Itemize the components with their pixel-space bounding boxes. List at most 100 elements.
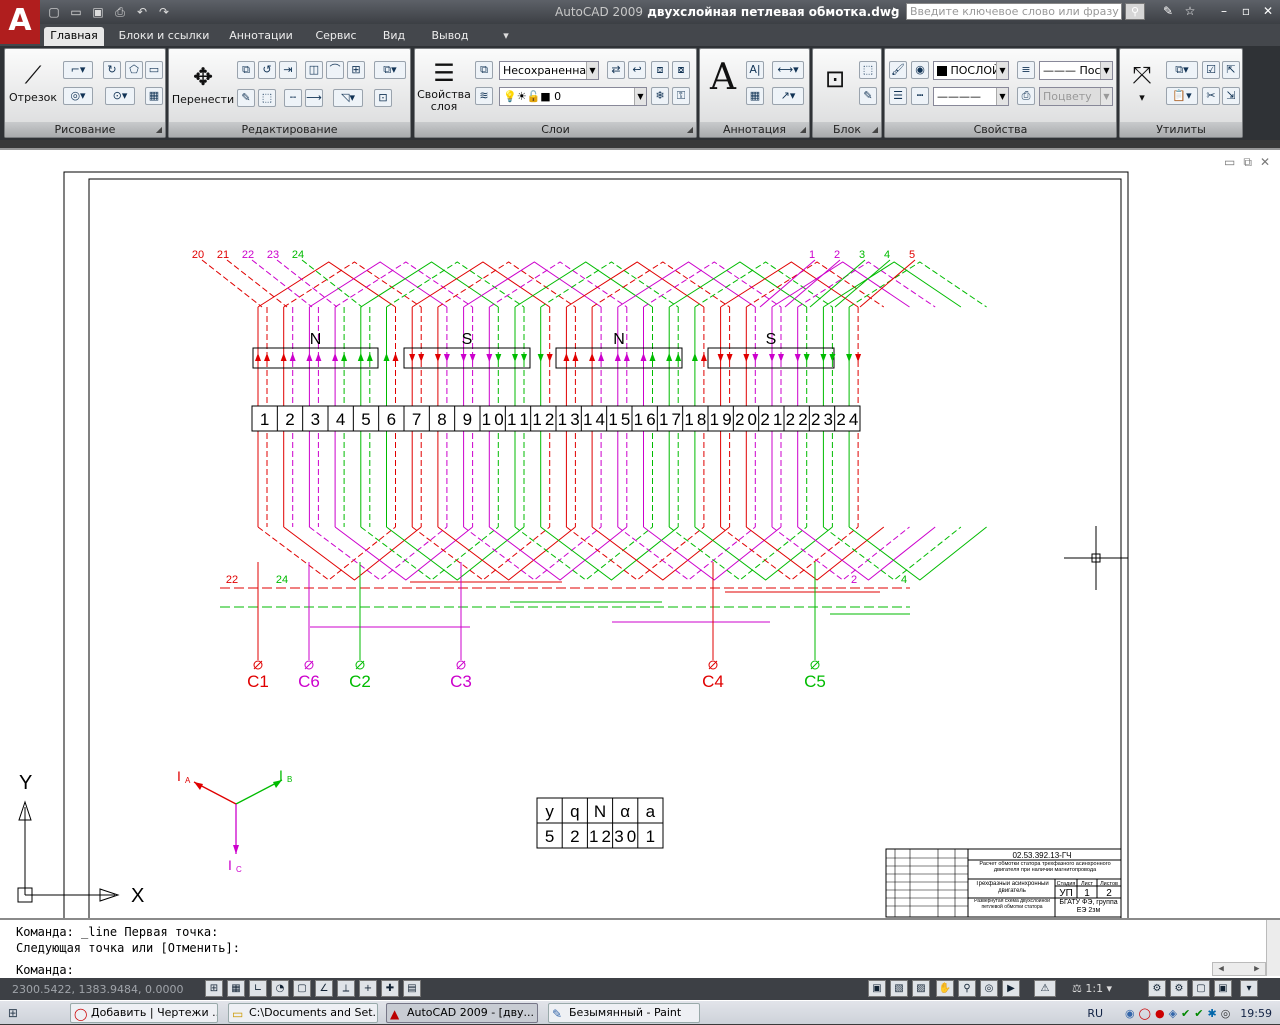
linetype-select[interactable]: ——— Пос ▼ bbox=[1039, 61, 1113, 80]
move-button[interactable]: ✥ Перенести bbox=[171, 61, 235, 106]
color-wheel-icon[interactable]: ◉ bbox=[911, 61, 929, 79]
layer-properties-button[interactable]: ☰ Свойства слоя bbox=[417, 57, 471, 113]
close-icon[interactable]: ✕ bbox=[1258, 3, 1278, 20]
layer-lock-icon[interactable]: ⚿ bbox=[672, 87, 690, 105]
task-opera[interactable]: ◯ Добавить | Чертежи ... bbox=[70, 1003, 218, 1023]
extend-icon[interactable]: ⟶ bbox=[305, 89, 323, 107]
network-icon[interactable]: ◉ bbox=[1125, 1007, 1135, 1020]
app-menu-button[interactable]: A bbox=[0, 0, 40, 44]
edit-block-icon[interactable]: ✎ bbox=[859, 87, 877, 105]
stretch-icon[interactable]: ✎ bbox=[237, 89, 255, 107]
steering-wheel-icon[interactable]: ◎ bbox=[980, 980, 998, 997]
restore-icon[interactable]: ▫ bbox=[1236, 3, 1256, 20]
command-hscroll[interactable]: ◀ ▶ bbox=[1212, 962, 1266, 976]
polar-tracking-icon[interactable]: ◔ bbox=[271, 980, 289, 997]
leader-icon[interactable]: ↗▾ bbox=[772, 87, 804, 105]
status-tray-icon[interactable]: ▢ bbox=[1192, 980, 1210, 997]
snap-mode-icon[interactable]: ⊞ bbox=[205, 980, 223, 997]
table-icon[interactable]: ▦ bbox=[746, 87, 764, 105]
command-scrollbar[interactable] bbox=[1266, 920, 1280, 976]
line-button[interactable]: ⟋ Отрезок bbox=[9, 59, 57, 104]
polygon-icon[interactable]: ⬠ bbox=[125, 61, 143, 79]
color-select[interactable]: ПОСЛОЙ ▼ bbox=[933, 61, 1009, 80]
layer-match-icon[interactable]: ⇄ bbox=[607, 61, 625, 79]
layout2-icon[interactable]: ▨ bbox=[912, 980, 930, 997]
circle-icon[interactable]: ◎▾ bbox=[63, 87, 93, 105]
dialog-launcher-icon[interactable]: ◢ bbox=[156, 122, 162, 137]
dimension-icon[interactable]: ⟷▾ bbox=[772, 61, 804, 79]
favorites-icon[interactable]: ☆ bbox=[1180, 3, 1200, 20]
trim-icon[interactable]: ⇥ bbox=[279, 61, 297, 79]
rotate-icon[interactable]: ↺ bbox=[258, 61, 276, 79]
arc-icon[interactable]: ↻ bbox=[103, 61, 121, 79]
lock-toolbar-icon[interactable]: ⚙ bbox=[1170, 980, 1188, 997]
ortho-mode-icon[interactable]: ∟ bbox=[249, 980, 267, 997]
language-indicator[interactable]: RU bbox=[1087, 1007, 1103, 1020]
pan-icon[interactable]: ✋ bbox=[936, 980, 954, 997]
task-explorer[interactable]: ▭ C:\Documents and Set... bbox=[228, 1003, 378, 1023]
layout1-icon[interactable]: ▧ bbox=[890, 980, 908, 997]
dialog-launcher-icon[interactable]: ◢ bbox=[800, 122, 806, 137]
quick-properties-icon[interactable]: ▤ bbox=[403, 980, 421, 997]
command-window[interactable]: Команда: _line Первая точка: Следующая т… bbox=[0, 918, 1280, 978]
lineweight-icon[interactable]: ≡ bbox=[1017, 61, 1035, 79]
opera-tray-icon[interactable]: ◯ bbox=[1139, 1007, 1151, 1020]
fillet-icon[interactable]: ⌒ bbox=[326, 61, 344, 79]
update-icon[interactable]: ✔ bbox=[1194, 1007, 1203, 1020]
zoom-realtime-icon[interactable]: ⚲ bbox=[958, 980, 976, 997]
layer-unisolate-icon[interactable]: ⧇ bbox=[672, 61, 690, 79]
layer-previous-icon[interactable]: ↩ bbox=[628, 61, 646, 79]
undo-icon[interactable]: ↶ bbox=[132, 3, 152, 21]
status-menu-icon[interactable]: ▾ bbox=[1240, 980, 1258, 997]
offset-icon[interactable]: ⧉▾ bbox=[374, 61, 406, 79]
dynamic-input-icon[interactable]: + bbox=[359, 980, 377, 997]
search-icon[interactable]: ⚲ bbox=[1125, 3, 1145, 20]
download-icon[interactable]: ✔ bbox=[1181, 1007, 1190, 1020]
insert-block-icon[interactable]: ⊡ bbox=[817, 63, 853, 95]
tab-output[interactable]: Вывод bbox=[422, 27, 478, 46]
task-paint[interactable]: ✎ Безымянный - Paint bbox=[548, 1003, 700, 1023]
command-prompt[interactable]: Команда: bbox=[16, 962, 74, 978]
create-block-icon[interactable]: ⬚ bbox=[859, 61, 877, 79]
print-icon[interactable]: ⎙ bbox=[110, 3, 130, 21]
bluetooth-icon[interactable]: ✱ bbox=[1207, 1007, 1216, 1020]
model-space-icon[interactable]: ▣ bbox=[868, 980, 886, 997]
redo-icon[interactable]: ↷ bbox=[154, 3, 174, 21]
rectangle-icon[interactable]: ▭ bbox=[145, 61, 163, 79]
search-expand-icon[interactable]: ▸ bbox=[893, 5, 898, 15]
layer-state-icon[interactable]: ⧉ bbox=[475, 61, 493, 79]
minimize-icon[interactable]: – bbox=[1214, 3, 1234, 20]
tab-tools[interactable]: Сервис bbox=[306, 27, 366, 46]
tab-view[interactable]: Вид bbox=[374, 27, 414, 46]
tray-app-icon[interactable]: ◈ bbox=[1169, 1007, 1177, 1020]
break-icon[interactable]: ╌ bbox=[284, 89, 302, 107]
start-button[interactable]: ⊞ bbox=[4, 1004, 62, 1022]
dynamic-ucs-icon[interactable]: ⟂ bbox=[337, 980, 355, 997]
open-icon[interactable]: ▭ bbox=[66, 3, 86, 21]
list-icon[interactable]: ☰ bbox=[889, 87, 907, 105]
drawing-canvas[interactable]: ▭ ⧉ ✕ NSNS 1 2 3 4 5 6 7 8 9 10 11 12 13 14 15 16 17 18 19… bbox=[0, 148, 1280, 920]
mtext-icon[interactable]: A| bbox=[746, 61, 764, 79]
copy-icon[interactable]: ⧉ bbox=[237, 61, 255, 79]
annotation-scale-value[interactable]: ⚖ 1:1 ▾ bbox=[1072, 982, 1112, 995]
cut-icon[interactable]: ✂ bbox=[1202, 87, 1220, 105]
volume-icon[interactable]: ◎ bbox=[1221, 1007, 1231, 1020]
tab-blocks[interactable]: Блоки и ссылки bbox=[114, 27, 214, 46]
hatch-icon[interactable]: ▦ bbox=[145, 87, 163, 105]
select-similar-icon[interactable]: ⇱ bbox=[1222, 61, 1240, 79]
polyline-icon[interactable]: ⌐▾ bbox=[63, 61, 93, 79]
scale-icon[interactable]: ⬚ bbox=[258, 89, 276, 107]
current-layer-select[interactable]: 💡☀🔓■ 0 ▼ bbox=[499, 87, 647, 106]
explode-icon[interactable]: ⊡ bbox=[374, 89, 392, 107]
save-icon[interactable]: ▣ bbox=[88, 3, 108, 21]
layer-isolate-icon[interactable]: ⧈ bbox=[651, 61, 669, 79]
layer-state-select[interactable]: Несохраненная ▼ bbox=[499, 61, 599, 80]
scroll-right-icon[interactable]: ▶ bbox=[1254, 963, 1265, 975]
pick-icon[interactable]: ⇲ bbox=[1222, 87, 1240, 105]
plot-style-icon[interactable]: ⎙ bbox=[1017, 87, 1035, 105]
dialog-launcher-icon[interactable]: ◢ bbox=[687, 122, 693, 137]
chamfer-icon[interactable]: ◹▾ bbox=[333, 89, 363, 107]
snap-tracking-icon[interactable]: ∠ bbox=[315, 980, 333, 997]
mirror-icon[interactable]: ◫ bbox=[305, 61, 323, 79]
scroll-left-icon[interactable]: ◀ bbox=[1213, 964, 1223, 974]
